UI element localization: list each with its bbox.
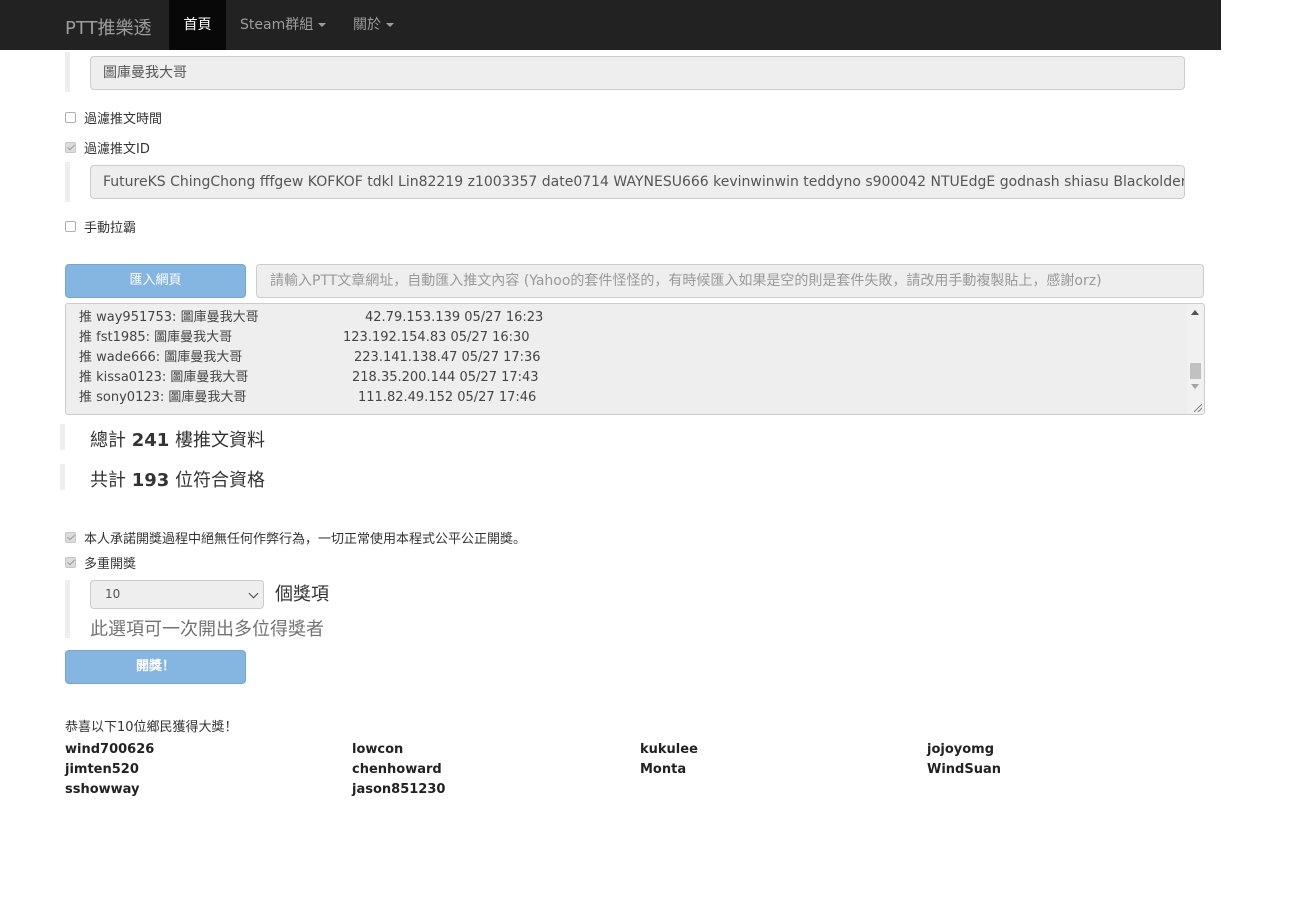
caret-down-icon xyxy=(318,23,327,27)
push-list-textarea[interactable]: 推 way951753: 圖庫曼我大哥 42.79.153.139 05/27 … xyxy=(65,303,1205,415)
content-filter-input[interactable]: 圖庫曼我大哥 xyxy=(90,56,1185,90)
qualified-count-value: 193 xyxy=(131,470,170,491)
caret-down-icon xyxy=(386,23,394,27)
article-url-input[interactable] xyxy=(256,264,1204,298)
winner-name: jason851230 xyxy=(352,782,446,797)
manual-paste-checkbox[interactable] xyxy=(65,221,76,232)
push-line: 推 wade666: 圖庫曼我大哥 223.141.138.47 05/27 1… xyxy=(79,348,541,368)
multi-draw-label: 多重開獎 xyxy=(84,557,137,572)
quote-bar xyxy=(65,580,70,638)
push-list-scrollbar[interactable] xyxy=(1187,304,1204,414)
total-count-value: 241 xyxy=(131,430,170,451)
pledge-option[interactable]: 本人承諾開獎過程中絕無任何作弊行為，一切正常使用本程式公平公正開獎。 xyxy=(65,528,526,547)
push-line: 推 way951753: 圖庫曼我大哥 42.79.153.139 05/27 … xyxy=(79,308,543,328)
filter-time-label: 過濾推文時間 xyxy=(84,112,163,127)
push-meta: 223.141.138.47 05/27 17:36 xyxy=(354,350,541,365)
nav-item-home-label: 首頁 xyxy=(183,17,212,33)
brand-link[interactable]: PTT推樂透 xyxy=(65,14,152,40)
scroll-down-arrow-icon[interactable] xyxy=(1191,384,1199,389)
push-text: 推 wade666: 圖庫曼我大哥 xyxy=(79,350,243,365)
push-meta: 123.192.154.83 05/27 16:30 xyxy=(343,330,530,345)
manual-paste-option[interactable]: 手動拉霸 xyxy=(65,217,136,236)
prize-count-value: 10 xyxy=(105,587,121,601)
winner-name: kukulee xyxy=(640,742,698,757)
total-push-count: 總計 241 樓推文資料 xyxy=(90,426,265,452)
push-text: 推 way951753: 圖庫曼我大哥 xyxy=(79,310,259,325)
quote-bar xyxy=(60,464,65,490)
push-text: 推 kissa0123: 圖庫曼我大哥 xyxy=(79,370,249,385)
nav-item-about[interactable]: 關於 xyxy=(353,0,394,50)
prize-hint: 此選項可一次開出多位得獎者 xyxy=(90,619,324,640)
qualified-suffix: 位符合資格 xyxy=(169,470,266,491)
push-meta: 218.35.200.144 05/27 17:43 xyxy=(352,370,539,385)
nav-item-about-label: 關於 xyxy=(353,17,381,33)
nav-item-home[interactable]: 首頁 xyxy=(169,0,226,50)
quote-bar xyxy=(60,424,65,450)
winner-name: sshowway xyxy=(65,782,140,797)
filter-id-option[interactable]: 過濾推文ID xyxy=(65,138,150,157)
push-meta: 42.79.153.139 05/27 16:23 xyxy=(365,310,544,325)
id-list-input[interactable]: FutureKS ChingChong fffgew KOFKOF tdkl L… xyxy=(90,165,1185,199)
total-prefix: 總計 xyxy=(90,430,132,451)
nav-item-steam-group-label: Steam群組 xyxy=(240,17,314,33)
winner-name: WindSuan xyxy=(927,762,1002,777)
push-meta: 111.82.49.152 05/27 17:46 xyxy=(358,390,537,405)
push-text: 推 fst1985: 圖庫曼我大哥 xyxy=(79,330,233,345)
push-text: 推 sony0123: 圖庫曼我大哥 xyxy=(79,390,247,405)
results-heading: 恭喜以下10位鄉民獲得大獎！ xyxy=(65,720,238,735)
filter-time-option[interactable]: 過濾推文時間 xyxy=(65,108,162,127)
qualified-prefix: 共計 xyxy=(90,470,132,491)
winner-name: chenhoward xyxy=(352,762,442,777)
manual-paste-label: 手動拉霸 xyxy=(84,221,137,236)
winner-name: wind700626 xyxy=(65,742,155,757)
winner-name: jimten520 xyxy=(65,762,139,777)
winner-name: Monta xyxy=(640,762,687,777)
prize-count-select[interactable]: 10 xyxy=(90,580,264,609)
prize-unit-label: 個獎項 xyxy=(275,584,329,605)
push-line: 推 sony0123: 圖庫曼我大哥 111.82.49.152 05/27 1… xyxy=(79,388,536,408)
quote-bar xyxy=(65,52,70,92)
winner-name: lowcon xyxy=(352,742,404,757)
import-button[interactable]: 匯入網頁 xyxy=(65,264,246,298)
qualified-count: 共計 193 位符合資格 xyxy=(90,466,265,492)
quote-bar xyxy=(65,162,70,202)
total-suffix: 樓推文資料 xyxy=(169,430,266,451)
chevron-down-icon xyxy=(248,588,259,599)
filter-id-label: 過濾推文ID xyxy=(84,142,150,157)
filter-id-checkbox[interactable] xyxy=(65,142,76,153)
push-line: 推 fst1985: 圖庫曼我大哥 123.192.154.83 05/27 1… xyxy=(79,328,530,348)
multi-draw-option[interactable]: 多重開獎 xyxy=(65,553,136,572)
pledge-label: 本人承諾開獎過程中絕無任何作弊行為，一切正常使用本程式公平公正開獎。 xyxy=(84,532,527,547)
push-line: 推 kissa0123: 圖庫曼我大哥 218.35.200.144 05/27… xyxy=(79,368,539,388)
pledge-checkbox[interactable] xyxy=(65,532,76,543)
filter-time-checkbox[interactable] xyxy=(65,112,76,123)
nav-item-steam-group[interactable]: Steam群組 xyxy=(240,0,327,50)
draw-button[interactable]: 開獎！ xyxy=(65,650,246,684)
top-navbar: PTT推樂透 首頁 Steam群組 關於 xyxy=(0,0,1221,50)
scroll-up-arrow-icon[interactable] xyxy=(1191,310,1199,315)
scrollbar-thumb[interactable] xyxy=(1190,363,1201,379)
winner-name: jojoyomg xyxy=(927,742,995,757)
resize-grip-icon[interactable] xyxy=(1194,404,1202,412)
multi-draw-checkbox[interactable] xyxy=(65,557,76,568)
